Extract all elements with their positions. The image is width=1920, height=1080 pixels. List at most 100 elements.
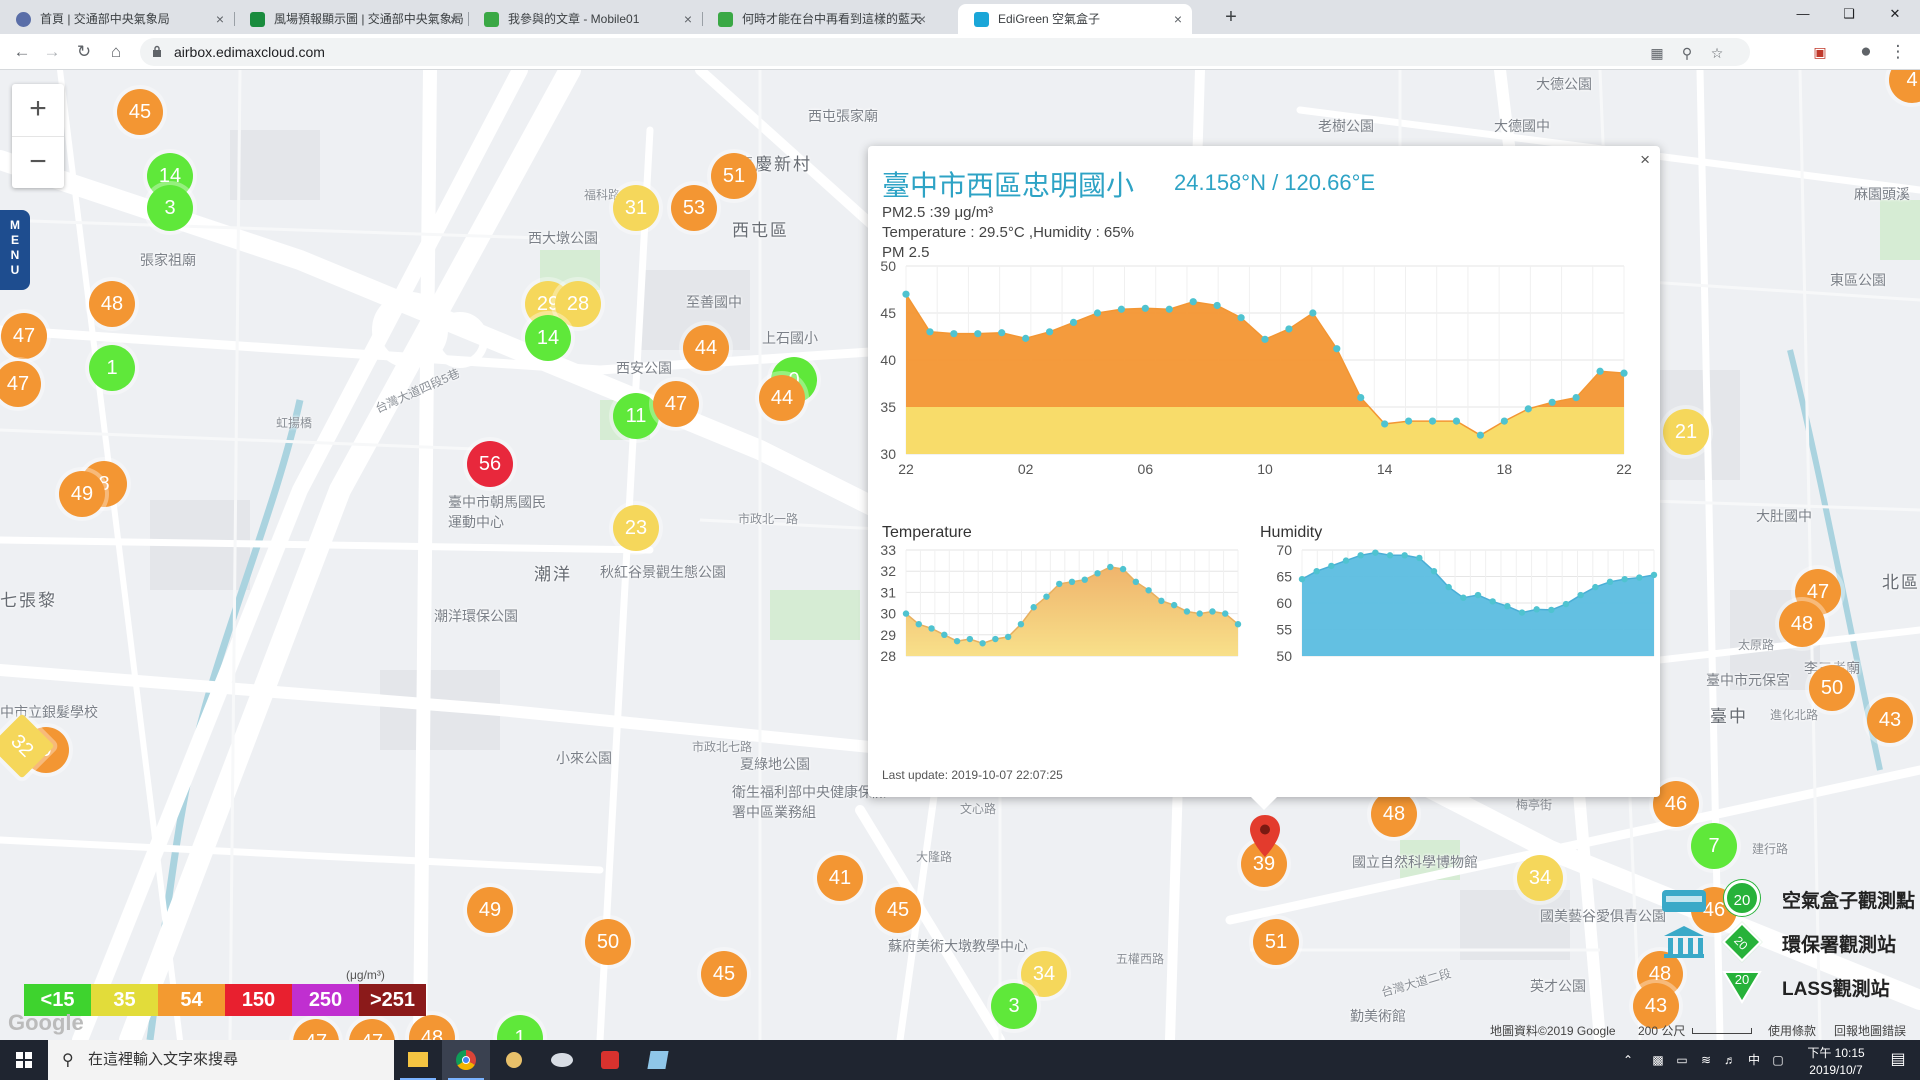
home-icon[interactable]: ⌂ — [104, 40, 128, 64]
aqi-marker[interactable]: 45 — [701, 951, 747, 997]
app-icon[interactable] — [490, 1040, 538, 1080]
close-icon[interactable]: × — [684, 4, 692, 34]
aqi-marker[interactable]: 44 — [759, 375, 805, 421]
app-icon[interactable] — [586, 1040, 634, 1080]
zoom-in-button[interactable]: + — [12, 84, 64, 136]
taskbar-search[interactable]: ⚲ 在這裡輸入文字來搜尋 — [48, 1040, 394, 1080]
aqi-marker[interactable]: 50 — [1809, 665, 1855, 711]
aqi-marker[interactable]: 47 — [653, 381, 699, 427]
location-pin-icon[interactable] — [1250, 815, 1280, 857]
aqi-marker[interactable]: 56 — [467, 441, 513, 487]
aqi-marker[interactable]: 43 — [1867, 697, 1913, 743]
data-point — [1237, 314, 1245, 322]
menu-button[interactable]: M E N U — [0, 210, 30, 290]
station-badge: 20 — [1721, 921, 1763, 963]
back-icon[interactable]: ← — [10, 40, 34, 64]
account-icon[interactable]: ● — [1854, 40, 1878, 64]
bookmark-star-icon[interactable]: ☆ — [1708, 44, 1726, 62]
notification-icon[interactable]: ▤ — [1880, 1040, 1916, 1080]
menu-letter: M — [10, 218, 20, 232]
map-canvas[interactable]: 西屯區 潮洋 臺中 張家祖廟 西大墩公園 西安公園 至善國中 上石國小 臺中市朝… — [0, 70, 1920, 1040]
aqi-marker[interactable]: 3 — [991, 983, 1037, 1029]
aqi-marker[interactable]: 45 — [117, 89, 163, 135]
close-icon[interactable]: × — [450, 4, 458, 34]
series-area — [1302, 552, 1654, 656]
ime-indicator[interactable]: 中 — [1744, 1040, 1764, 1080]
popup-close-button[interactable]: × — [1640, 150, 1650, 170]
aqi-marker[interactable]: 47 — [1, 313, 47, 359]
aqi-marker[interactable]: 51 — [1253, 919, 1299, 965]
terms-link[interactable]: 使用條款 — [1768, 1022, 1816, 1039]
aqi-marker[interactable]: 49 — [467, 887, 513, 933]
aqi-marker[interactable]: 45 — [875, 887, 921, 933]
map-label: 秋紅谷景觀生態公園 — [600, 564, 726, 580]
tab-title: 何時才能在台中再看到這樣的藍天 — [742, 12, 923, 26]
aqi-marker[interactable]: 51 — [711, 153, 757, 199]
window-close-button[interactable]: ✕ — [1872, 0, 1918, 28]
volume-icon[interactable]: ♬ — [1720, 1040, 1740, 1080]
aqi-marker[interactable]: 1 — [89, 345, 135, 391]
data-point — [1533, 606, 1540, 613]
aqi-marker[interactable]: 31 — [613, 185, 659, 231]
aqi-marker[interactable]: 48 — [1779, 601, 1825, 647]
file-explorer-icon[interactable] — [394, 1040, 442, 1080]
lock-icon — [153, 45, 161, 57]
aqi-marker[interactable]: 7 — [1691, 823, 1737, 869]
aqi-marker[interactable]: 41 — [817, 855, 863, 901]
address-bar[interactable]: airbox.edimaxcloud.com ▦ ⚲ ☆ — [140, 38, 1750, 66]
app-icon[interactable] — [538, 1040, 586, 1080]
windows-start-icon[interactable] — [0, 1040, 48, 1080]
aqi-legend-item: 54 — [158, 984, 225, 1016]
station-badge: 20 — [1724, 880, 1760, 916]
aqi-marker[interactable]: 48 — [1371, 791, 1417, 837]
aqi-marker[interactable]: 21 — [1663, 409, 1709, 455]
extension-icon[interactable]: ▣ — [1808, 40, 1832, 64]
network-icon[interactable]: ▩ — [1648, 1040, 1668, 1080]
data-point — [1620, 369, 1628, 377]
forward-icon[interactable]: → — [40, 40, 64, 64]
wifi-icon[interactable]: ≋ — [1696, 1040, 1716, 1080]
more-menu-icon[interactable]: ⋮ — [1886, 40, 1910, 64]
data-point — [979, 640, 986, 647]
browser-tab[interactable]: 首頁 | 交通部中央氣象局 × — [0, 4, 234, 34]
minimize-button[interactable]: — — [1780, 0, 1826, 28]
battery-icon[interactable]: ▭ — [1672, 1040, 1692, 1080]
reload-icon[interactable]: ↻ — [72, 40, 96, 64]
clock[interactable]: 下午 10:15 2019/10/7 — [1794, 1040, 1878, 1080]
ime-mode-icon[interactable]: ▢ — [1768, 1040, 1788, 1080]
browser-tab[interactable]: 何時才能在台中再看到這樣的藍天 × — [702, 4, 936, 34]
browser-tab[interactable]: 我參與的文章 - Mobile01 × — [468, 4, 702, 34]
app-icon[interactable] — [634, 1040, 682, 1080]
aqi-marker[interactable]: 44 — [683, 325, 729, 371]
aqi-marker[interactable]: 49 — [59, 471, 105, 517]
aqi-marker[interactable]: 50 — [585, 919, 631, 965]
data-point — [953, 637, 961, 645]
y-tick-label: 45 — [880, 305, 896, 321]
browser-tab-active[interactable]: EdiGreen 空氣盒子 × — [958, 4, 1192, 34]
zoom-icon[interactable]: ⚲ — [1678, 44, 1696, 62]
aqi-marker[interactable]: 23 — [613, 505, 659, 551]
report-map-error-link[interactable]: 回報地圖錯誤 — [1834, 1022, 1906, 1039]
close-icon[interactable]: × — [216, 4, 224, 34]
data-point — [1004, 633, 1012, 641]
y-tick-label: 35 — [880, 399, 896, 415]
aqi-marker[interactable]: 34 — [1517, 855, 1563, 901]
aqi-marker[interactable]: 11 — [613, 393, 659, 439]
new-tab-button[interactable]: + — [1217, 4, 1245, 32]
data-point — [1313, 568, 1320, 575]
data-point — [1222, 610, 1229, 617]
map-label: 麻園頭溪 — [1854, 186, 1910, 202]
close-icon[interactable]: × — [1174, 4, 1182, 34]
browser-tab[interactable]: 風場預報顯示圖 | 交通部中央氣象局 × — [234, 4, 468, 34]
tray-chevron-icon[interactable]: ⌃ — [1618, 1040, 1638, 1080]
chrome-icon[interactable] — [442, 1040, 490, 1080]
aqi-marker[interactable]: 3 — [147, 185, 193, 231]
data-point — [1094, 570, 1101, 577]
close-icon[interactable]: × — [918, 4, 926, 34]
zoom-out-button[interactable]: − — [12, 136, 64, 188]
aqi-marker[interactable]: 14 — [525, 315, 571, 361]
aqi-marker[interactable]: 53 — [671, 185, 717, 231]
aqi-marker[interactable]: 48 — [89, 281, 135, 327]
restore-button[interactable]: ❑ — [1826, 0, 1872, 28]
translate-icon[interactable]: ▦ — [1648, 44, 1666, 62]
